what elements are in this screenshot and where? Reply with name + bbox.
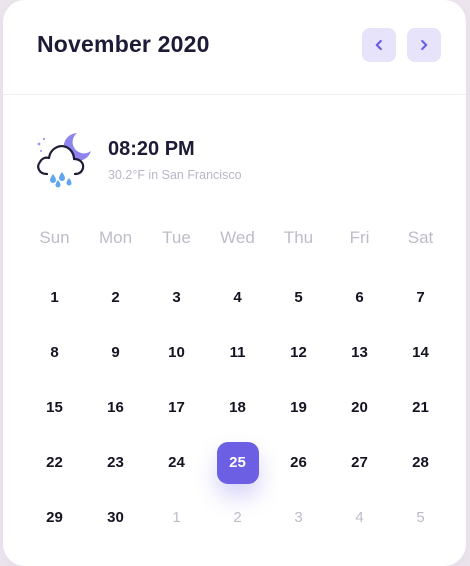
- day-number: 11: [229, 344, 246, 361]
- day-number: 29: [46, 509, 63, 526]
- calendar-day[interactable]: 1: [24, 270, 85, 325]
- calendar-day[interactable]: 16: [85, 380, 146, 435]
- calendar-day[interactable]: 4: [207, 270, 268, 325]
- calendar-day[interactable]: 20: [329, 380, 390, 435]
- calendar-day[interactable]: 24: [146, 435, 207, 490]
- day-number: 23: [107, 454, 124, 471]
- day-number: 18: [229, 399, 246, 416]
- calendar-day[interactable]: 19: [268, 380, 329, 435]
- chevron-right-icon: [421, 39, 428, 51]
- day-number: 5: [294, 289, 303, 306]
- prev-month-button[interactable]: [362, 28, 396, 62]
- temperature-location: 30.2°F in San Francisco: [108, 168, 242, 182]
- calendar-day[interactable]: 22: [24, 435, 85, 490]
- day-number: 12: [290, 344, 307, 361]
- day-number: 24: [168, 454, 185, 471]
- weekday-fri: Fri: [349, 228, 370, 247]
- next-month-day[interactable]: 4: [329, 490, 390, 545]
- next-month-button[interactable]: [407, 28, 441, 62]
- calendar-day[interactable]: 17: [146, 380, 207, 435]
- day-number: 21: [412, 399, 429, 416]
- day-number: 22: [46, 454, 63, 471]
- day-number: 1: [50, 289, 59, 306]
- weekday-tue: Tue: [162, 228, 191, 247]
- calendar-day[interactable]: 29: [24, 490, 85, 545]
- calendar-day[interactable]: 15: [24, 380, 85, 435]
- day-number: 2: [111, 289, 120, 306]
- day-number: 27: [351, 454, 368, 471]
- weather-widget: 08:20 PM 30.2°F in San Francisco: [3, 94, 466, 206]
- day-number: 28: [412, 454, 429, 471]
- next-month-day[interactable]: 1: [146, 490, 207, 545]
- day-number: 5: [416, 509, 425, 526]
- weekday-wed: Wed: [220, 228, 255, 247]
- current-time: 08:20 PM: [108, 138, 195, 160]
- weekday-sat: Sat: [407, 228, 434, 247]
- calendar-day[interactable]: 27: [329, 435, 390, 490]
- next-month-day[interactable]: 5: [390, 490, 451, 545]
- day-number: 3: [172, 289, 181, 306]
- weekday-header-row: Sun Mon Tue Wed Thu Fri Sat: [24, 226, 452, 250]
- calendar-card: November 2020 08:20 PM 30.2°F in San Fra…: [3, 0, 466, 566]
- day-number: 3: [294, 509, 303, 526]
- month-title: November 2020: [37, 31, 210, 57]
- day-number: 13: [351, 344, 368, 361]
- day-number: 4: [233, 289, 242, 306]
- day-number: 9: [111, 344, 120, 361]
- day-number: 7: [416, 289, 425, 306]
- calendar-day[interactable]: 5: [268, 270, 329, 325]
- calendar-day[interactable]: 3: [146, 270, 207, 325]
- day-number: 2: [233, 509, 242, 526]
- day-number: 6: [355, 289, 364, 306]
- day-number: 25: [216, 441, 259, 484]
- day-number: 4: [355, 509, 364, 526]
- day-number: 15: [46, 399, 63, 416]
- next-month-day[interactable]: 3: [268, 490, 329, 545]
- calendar-day[interactable]: 10: [146, 325, 207, 380]
- calendar-header: November 2020: [3, 0, 466, 95]
- day-number: 16: [107, 399, 124, 416]
- weekday-thu: Thu: [283, 228, 314, 247]
- day-number: 30: [107, 509, 124, 526]
- calendar-day[interactable]: 28: [390, 435, 451, 490]
- calendar-day[interactable]: 11: [207, 325, 268, 380]
- calendar-days-grid: 1 2 3 4 5 6 7 8 9 10 11 12 13 14 15 16 17 18 19 20 21 22 23 24 2…: [24, 270, 452, 545]
- weekday-mon: Mon: [98, 228, 133, 247]
- day-number: 26: [290, 454, 307, 471]
- calendar-day[interactable]: 18: [207, 380, 268, 435]
- selected-day[interactable]: 25: [207, 435, 268, 490]
- calendar-day[interactable]: 14: [390, 325, 451, 380]
- calendar-day[interactable]: 7: [390, 270, 451, 325]
- day-number: 14: [412, 344, 429, 361]
- calendar-day[interactable]: 21: [390, 380, 451, 435]
- calendar-day[interactable]: 30: [85, 490, 146, 545]
- calendar-day[interactable]: 6: [329, 270, 390, 325]
- day-number: 10: [168, 344, 185, 361]
- calendar-day[interactable]: 26: [268, 435, 329, 490]
- calendar-day[interactable]: 23: [85, 435, 146, 490]
- day-number: 20: [351, 399, 368, 416]
- calendar-day[interactable]: 12: [268, 325, 329, 380]
- calendar-day[interactable]: 13: [329, 325, 390, 380]
- day-number: 1: [172, 509, 181, 526]
- day-number: 19: [290, 399, 307, 416]
- day-number: 17: [168, 399, 185, 416]
- weekday-sun: Sun: [39, 228, 70, 247]
- next-month-day[interactable]: 2: [207, 490, 268, 545]
- calendar-day[interactable]: 2: [85, 270, 146, 325]
- chevron-left-icon: [375, 39, 382, 51]
- calendar-day[interactable]: 9: [85, 325, 146, 380]
- calendar-day[interactable]: 8: [24, 325, 85, 380]
- night-rain-cloud-icon: [37, 133, 91, 188]
- day-number: 8: [50, 344, 59, 361]
